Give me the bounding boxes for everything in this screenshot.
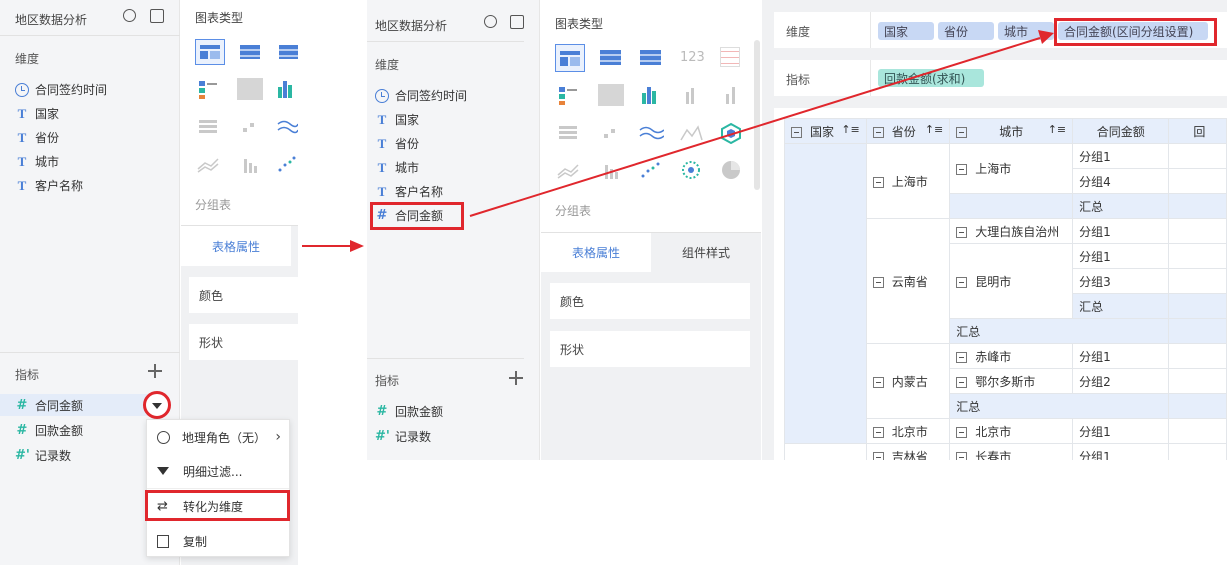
arrow-to-dimension-tag (469, 30, 1054, 217)
